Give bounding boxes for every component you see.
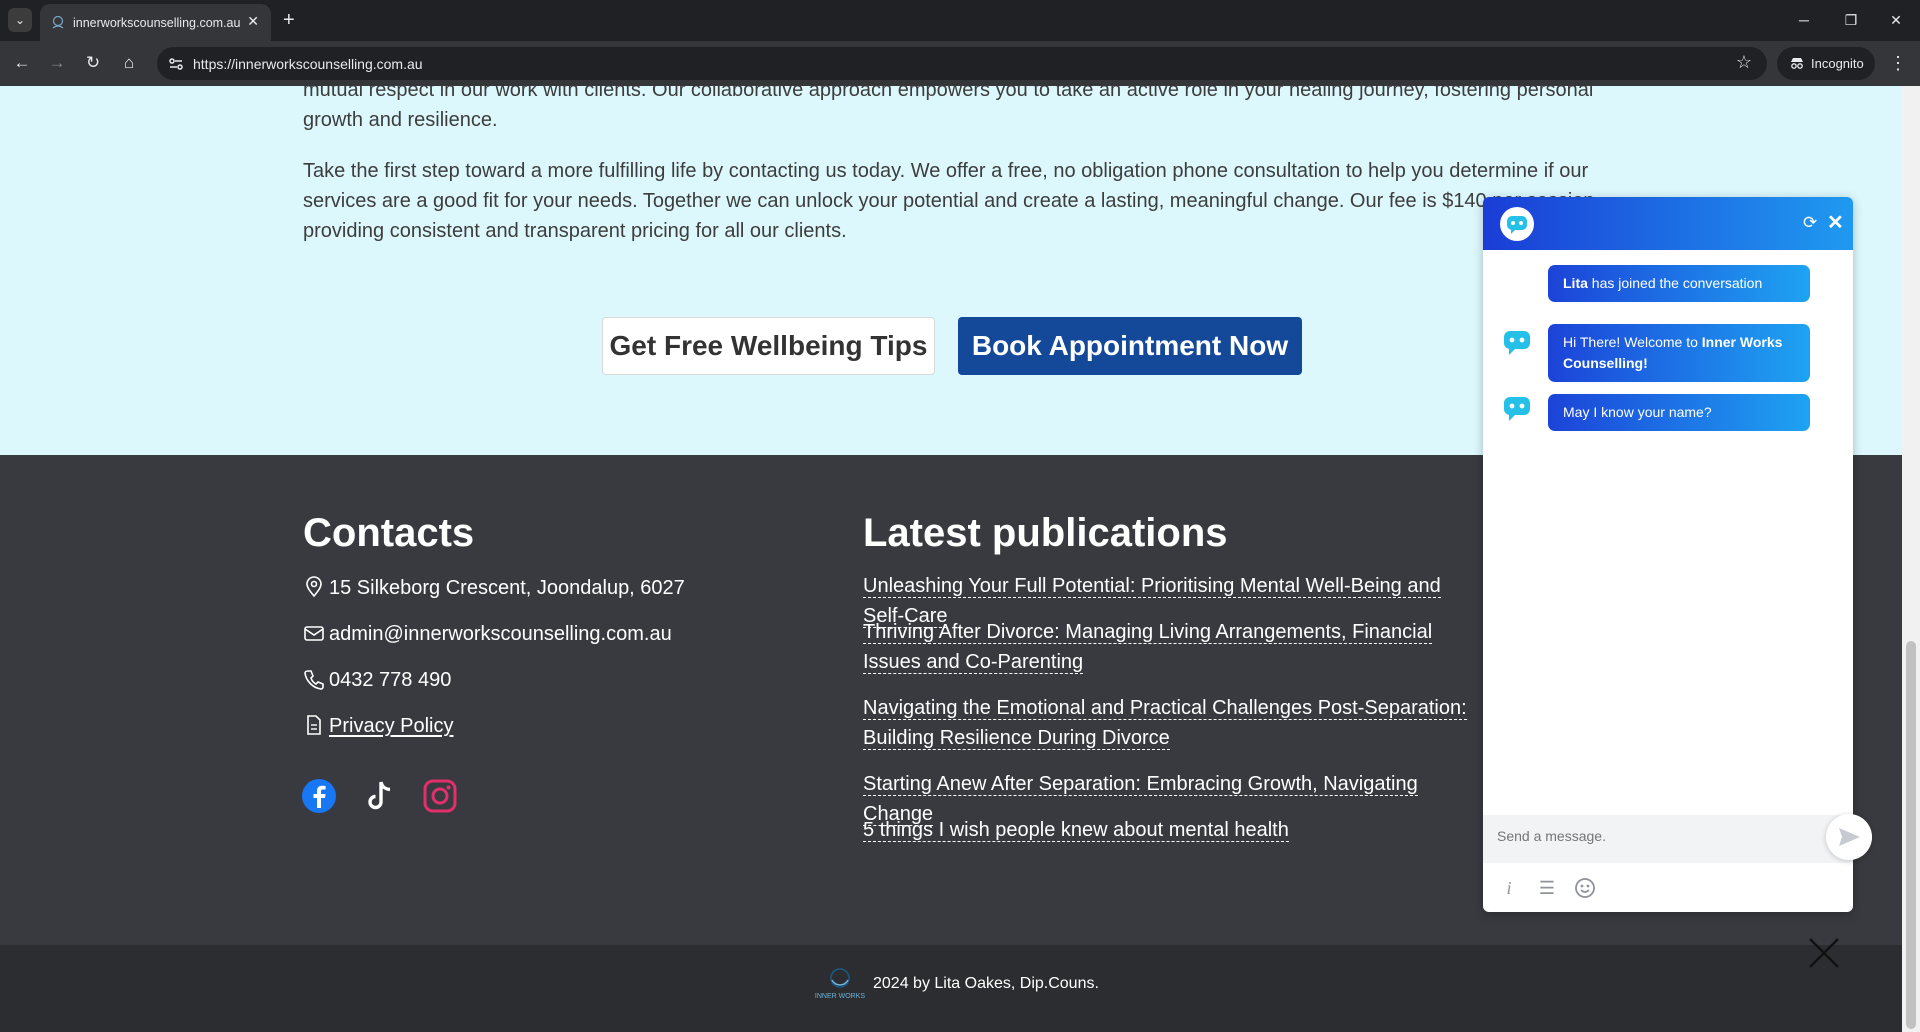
privacy-row[interactable]: Privacy Policy <box>303 712 453 740</box>
chat-bot-icon <box>1504 331 1530 355</box>
restore-icon[interactable]: ❐ <box>1839 8 1863 32</box>
emoji-icon[interactable] <box>1574 877 1596 899</box>
chat-input-bar <box>1483 815 1853 863</box>
bot-message: Hi There! Welcome to Inner Works Counsel… <box>1548 324 1810 382</box>
book-appointment-button[interactable]: Book Appointment Now <box>958 317 1302 375</box>
chat-message-input[interactable] <box>1497 828 1797 844</box>
send-icon[interactable] <box>1826 814 1872 860</box>
tiktok-icon[interactable] <box>361 778 397 814</box>
copyright-text: 2024 by Lita Oakes, Dip.Couns. <box>873 975 1099 992</box>
home-icon[interactable]: ⌂ <box>117 51 141 75</box>
facebook-icon[interactable] <box>301 778 337 814</box>
mail-icon <box>304 626 324 641</box>
back-icon[interactable]: ← <box>10 51 34 75</box>
publications-heading: Latest publications <box>863 511 1228 555</box>
address-text: 15 Silkeborg Crescent, Joondalup, 6027 <box>329 577 685 599</box>
phone-icon <box>304 670 324 690</box>
tab-title: innerworkscounselling.com.au <box>73 16 241 30</box>
agent-name: Lita <box>1563 275 1588 291</box>
chat-bot-icon <box>1500 207 1534 241</box>
instagram-icon[interactable] <box>422 778 458 814</box>
tab-close-icon[interactable]: ✕ <box>247 13 259 30</box>
tab-list-icon[interactable]: ⌄ <box>8 8 32 32</box>
publication-title[interactable]: Navigating the Emotional and Practical C… <box>863 697 1467 750</box>
address-row: 15 Silkeborg Crescent, Joondalup, 6027 <box>303 574 685 602</box>
incognito-indicator[interactable]: Incognito <box>1777 47 1875 80</box>
star-icon[interactable]: ☆ <box>1736 52 1752 73</box>
refresh-icon[interactable]: ⟳ <box>1803 213 1817 233</box>
location-icon <box>306 576 322 598</box>
publication-title[interactable]: 5 things I wish people knew about mental… <box>863 819 1289 842</box>
intro-paragraph: mutual respect in our work with clients.… <box>303 86 1594 131</box>
tab-strip: ⌄ innerworkscounselling.com.au ✕ + ─ ❐ ✕ <box>0 0 1920 41</box>
close-icon[interactable] <box>1807 936 1841 970</box>
tab-favicon-icon <box>52 15 64 29</box>
copyright-bar: INNER WORKS 2024 by Lita Oakes, Dip.Coun… <box>0 945 1920 1032</box>
privacy-policy-link[interactable]: Privacy Policy <box>329 715 453 737</box>
forward-icon[interactable]: → <box>45 51 69 75</box>
reload-icon[interactable]: ↻ <box>81 51 105 75</box>
site-info-icon[interactable] <box>167 55 185 73</box>
minimize-icon[interactable]: ─ <box>1792 8 1816 32</box>
email-link[interactable]: admin@innerworkscounselling.com.au <box>329 623 672 645</box>
welcome-text: Hi There! Welcome to <box>1563 334 1702 350</box>
menu-icon[interactable]: ⋮ <box>1886 51 1910 75</box>
site-logo[interactable]: INNER WORKS <box>813 967 867 1003</box>
publication-link[interactable]: Navigating the Emotional and Practical C… <box>863 693 1483 753</box>
menu-lines-icon[interactable]: ☰ <box>1536 877 1558 899</box>
chat-header: ⟳ ✕ <box>1483 197 1853 250</box>
logo-icon <box>830 968 850 988</box>
publication-title[interactable]: Thriving After Divorce: Managing Living … <box>863 621 1433 674</box>
browser-toolbar: ← → ↻ ⌂ https://innerworkscounselling.co… <box>0 41 1920 86</box>
url-text[interactable]: https://innerworkscounselling.com.au <box>193 56 423 72</box>
contacts-heading: Contacts <box>303 511 475 555</box>
wellbeing-tips-button[interactable]: Get Free Wellbeing Tips <box>602 317 935 375</box>
publication-link[interactable]: Thriving After Divorce: Managing Living … <box>863 617 1483 677</box>
system-message: Lita has joined the conversation <box>1548 265 1810 302</box>
document-icon <box>307 715 321 735</box>
new-tab-button[interactable]: + <box>283 8 295 32</box>
chat-close-icon[interactable]: ✕ <box>1827 210 1844 235</box>
scrollbar-thumb[interactable] <box>1906 641 1916 1029</box>
incognito-label: Incognito <box>1811 56 1864 71</box>
window-close-icon[interactable]: ✕ <box>1884 8 1908 32</box>
chat-bot-icon <box>1504 397 1530 421</box>
logo-text: INNER WORKS <box>814 993 866 1000</box>
publication-link[interactable]: 5 things I wish people knew about mental… <box>863 815 1483 845</box>
page-scrollbar[interactable] <box>1902 86 1920 1032</box>
phone-link[interactable]: 0432 778 490 <box>329 669 451 691</box>
phone-row[interactable]: 0432 778 490 <box>303 666 451 694</box>
bot-message: May I know your name? <box>1548 394 1810 431</box>
cta-paragraph: Take the first step toward a more fulfil… <box>303 160 1601 242</box>
incognito-icon <box>1791 58 1803 69</box>
browser-tab[interactable]: innerworkscounselling.com.au ✕ <box>40 4 271 41</box>
address-bar[interactable]: https://innerworkscounselling.com.au ☆ <box>157 47 1767 80</box>
chat-widget: ⟳ ✕ Lita has joined the conversation Hi … <box>1483 197 1853 912</box>
email-row[interactable]: admin@innerworkscounselling.com.au <box>303 620 672 648</box>
system-message-text: has joined the conversation <box>1587 275 1763 291</box>
question-text: May I know your name? <box>1563 404 1712 420</box>
info-icon[interactable]: i <box>1498 877 1520 899</box>
